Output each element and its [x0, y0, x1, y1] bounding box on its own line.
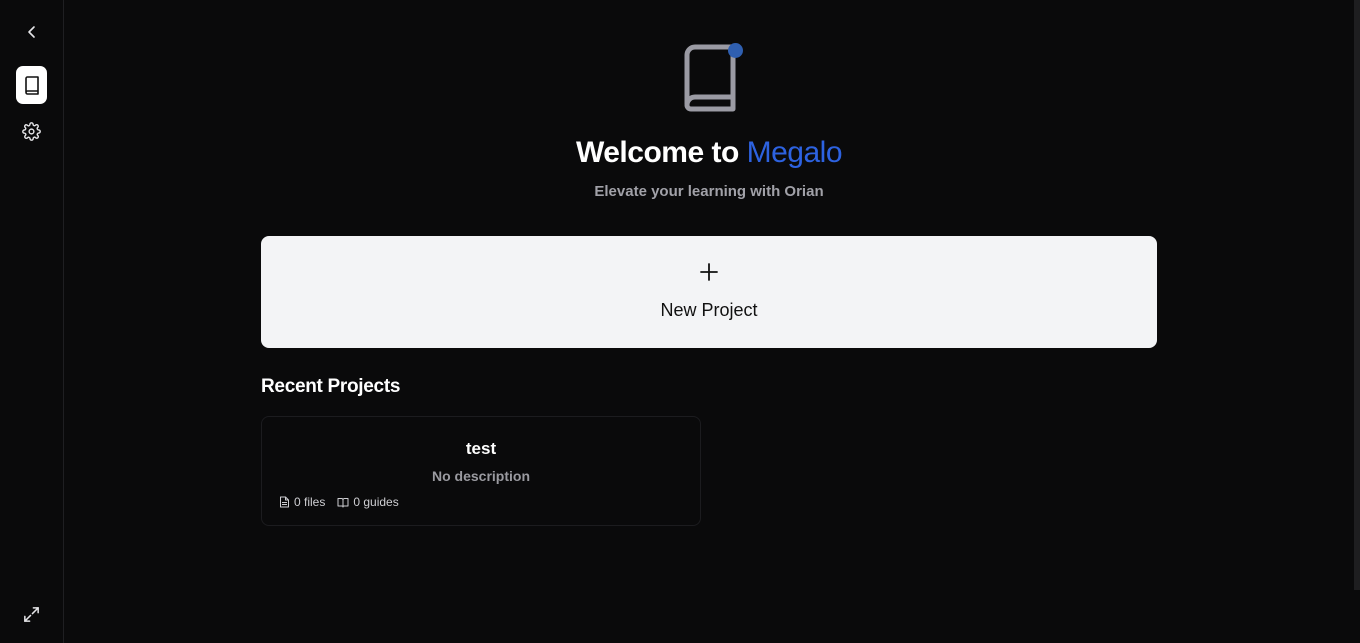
- expand-icon: [24, 607, 39, 622]
- guides-count: 0 guides: [353, 495, 399, 509]
- page-subtitle: Elevate your learning with Orian: [594, 183, 824, 200]
- file-icon: [280, 496, 289, 508]
- plus-icon-wrapper: [261, 262, 1157, 282]
- project-card[interactable]: test No description 0 files 0 guides: [261, 416, 701, 526]
- project-guides: 0 guides: [337, 495, 399, 509]
- new-project-label: New Project: [660, 300, 758, 320]
- plus-icon: [700, 263, 718, 281]
- new-project-button[interactable]: New Project: [261, 236, 1157, 348]
- scrollbar[interactable]: [1354, 0, 1360, 590]
- brand-name: Megalo: [746, 136, 843, 169]
- notification-dot: [728, 43, 743, 58]
- gear-icon: [22, 122, 41, 141]
- project-files: 0 files: [279, 495, 325, 509]
- collapse-sidebar-button[interactable]: [16, 16, 47, 47]
- main-content: Welcome to Megalo Elevate your learning …: [64, 0, 1360, 643]
- project-meta: 0 files 0 guides: [279, 495, 411, 509]
- open-book-icon: [337, 497, 349, 507]
- recent-projects-heading: Recent Projects: [261, 376, 401, 397]
- chevron-left-icon: [27, 25, 35, 38]
- app-window: Welcome to Megalo Elevate your learning …: [0, 0, 1360, 643]
- book-icon: [24, 76, 39, 95]
- project-description: No description: [431, 468, 530, 484]
- sidebar-item-settings[interactable]: [16, 116, 47, 147]
- welcome-text: Welcome to: [575, 136, 747, 169]
- project-name: test: [465, 439, 497, 458]
- expand-button[interactable]: [16, 599, 47, 630]
- files-count: 0 files: [294, 495, 326, 509]
- page-title: Welcome to Megalo: [64, 136, 1354, 170]
- sidebar: [0, 0, 64, 643]
- sidebar-item-projects[interactable]: [16, 66, 47, 104]
